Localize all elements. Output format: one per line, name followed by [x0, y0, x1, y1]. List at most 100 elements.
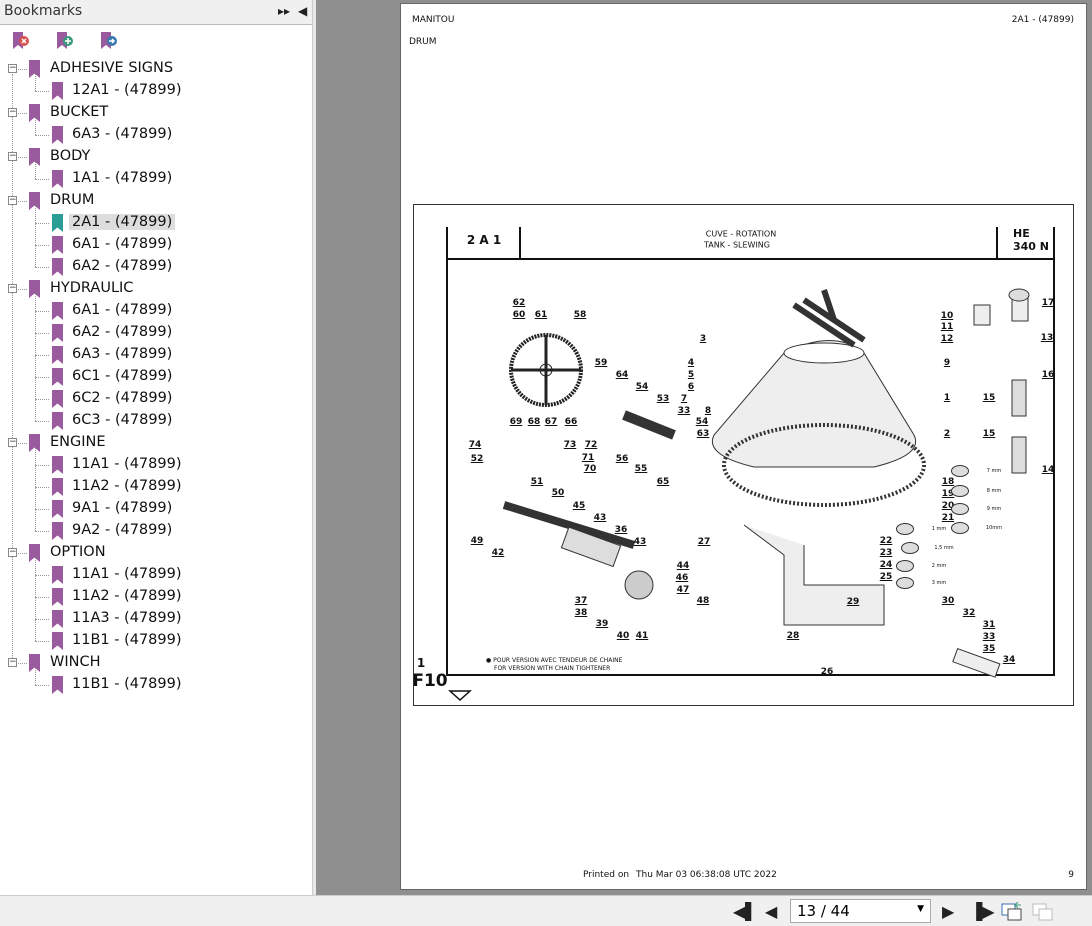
part-callout: 70 [583, 464, 597, 474]
bookmark-item[interactable]: 11A3 - (47899) [0, 608, 313, 630]
page-number-field[interactable]: 13 / 44 ▼ [790, 899, 931, 923]
part-callout: 22 [879, 536, 893, 546]
bookmark-item[interactable]: 9A2 - (47899) [0, 520, 313, 542]
part-callout: 69 [509, 417, 523, 427]
collapse-toggle-icon[interactable]: − [8, 108, 17, 117]
washer-icon [951, 522, 969, 534]
collapse-toggle-icon[interactable]: − [8, 438, 17, 447]
bookmark-group[interactable]: − ENGINE [0, 432, 313, 454]
previous-page-button[interactable]: ◀ [765, 902, 777, 921]
delete-bookmark-icon[interactable] [12, 31, 30, 51]
part-callout: 52 [470, 454, 484, 464]
part-callout: 60 [512, 310, 526, 320]
first-page-button[interactable]: ◀▌ [733, 902, 758, 921]
bookmark-item-label: 2A1 - (47899) [69, 214, 176, 230]
part-callout: 6 [687, 382, 695, 392]
bookmark-group[interactable]: − BODY [0, 146, 313, 168]
dimension-label: 9 mm [986, 506, 1002, 512]
bookmark-item[interactable]: 11A1 - (47899) [0, 454, 313, 476]
part-callout: 46 [675, 573, 689, 583]
bookmark-item-label: 9A1 - (47899) [72, 500, 173, 516]
bookmark-icon [52, 522, 63, 540]
washer-icon [901, 542, 919, 554]
dimension-label: 7 mm [986, 468, 1002, 474]
part-callout: 59 [594, 358, 608, 368]
part-callout: 37 [574, 596, 588, 606]
part-callout: 66 [564, 417, 578, 427]
bookmark-group[interactable]: − ADHESIVE SIGNS [0, 58, 313, 80]
bookmark-item[interactable]: 6A3 - (47899) [0, 344, 313, 366]
bookmark-icon [52, 170, 63, 188]
bookmark-item[interactable]: 6A1 - (47899) [0, 234, 313, 256]
bookmark-item[interactable]: 6A3 - (47899) [0, 124, 313, 146]
dimension-label: 10mm [985, 525, 1003, 531]
bookmark-group-label: ENGINE [50, 434, 106, 450]
part-callout: 33 [677, 406, 691, 416]
bookmark-group[interactable]: − BUCKET [0, 102, 313, 124]
sheet: 1 [416, 656, 426, 670]
bookmark-item[interactable]: 12A1 - (47899) [0, 80, 313, 102]
previous-view-icon[interactable] [1001, 901, 1023, 925]
last-page-button[interactable]: ▐▶ [970, 902, 995, 921]
bookmark-group-label: DRUM [50, 192, 95, 208]
bookmark-item-label: 11B1 - (47899) [72, 676, 182, 692]
bookmark-item[interactable]: 11A1 - (47899) [0, 564, 313, 586]
bookmark-item-label: 11A3 - (47899) [72, 610, 182, 626]
bookmark-group[interactable]: − DRUM [0, 190, 313, 212]
part-callout: 35 [982, 644, 996, 654]
part-callout: 2 [943, 429, 951, 439]
part-callout: 23 [879, 548, 893, 558]
washer-icon [896, 560, 914, 572]
dimension-label: 8 mm [986, 488, 1002, 494]
bookmark-item[interactable]: 11B1 - (47899) [0, 630, 313, 652]
bookmark-item[interactable]: 9A1 - (47899) [0, 498, 313, 520]
bookmark-item[interactable]: 6C1 - (47899) [0, 366, 313, 388]
bookmark-item[interactable]: 6A1 - (47899) [0, 300, 313, 322]
chevron-down-icon[interactable]: ▼ [917, 904, 924, 914]
bookmark-group[interactable]: − WINCH [0, 652, 313, 674]
collapse-toggle-icon[interactable]: − [8, 658, 17, 667]
part-callout: 15 [982, 429, 996, 439]
bookmark-group[interactable]: − OPTION [0, 542, 313, 564]
collapse-toggle-icon[interactable]: − [8, 196, 17, 205]
printed-label: Printed on [583, 870, 630, 880]
bookmark-item[interactable]: 6C3 - (47899) [0, 410, 313, 432]
bookmark-item[interactable]: 6A2 - (47899) [0, 256, 313, 278]
part-callout: 27 [697, 537, 711, 547]
collapse-panel-icon[interactable]: ◀ [298, 4, 307, 18]
bookmark-item[interactable]: 6A2 - (47899) [0, 322, 313, 344]
part-callout: 41 [635, 631, 649, 641]
part-callout: 12 [940, 334, 954, 344]
bookmarks-panel: Bookmarks ▸▸ ◀ − ADHESIVE SIGNS 12A1 - (… [0, 0, 313, 895]
expand-icon[interactable]: ▸▸ [278, 4, 290, 18]
bookmark-item[interactable]: 2A1 - (47899) [0, 212, 313, 234]
add-bookmark-icon[interactable] [56, 31, 74, 51]
collapse-toggle-icon[interactable]: − [8, 152, 17, 161]
bookmark-group[interactable]: − HYDRAULIC [0, 278, 313, 300]
part-callout: 28 [786, 631, 800, 641]
next-view-icon[interactable] [1032, 901, 1054, 925]
next-page-button[interactable]: ▶ [942, 902, 954, 921]
parts-diagram: 2 A 1 CUVE - ROTATION TANK - SLEWING HE … [412, 204, 1074, 706]
bookmark-group-label: OPTION [50, 544, 106, 560]
collapse-toggle-icon[interactable]: − [8, 64, 17, 73]
part-callout: 25 [879, 572, 893, 582]
bookmark-item-label: 6A1 - (47899) [72, 236, 173, 252]
collapse-toggle-icon[interactable]: − [8, 284, 17, 293]
printed-date: Thu Mar 03 06:38:08 UTC 2022 [636, 870, 777, 880]
bookmark-group-label: ADHESIVE SIGNS [50, 60, 174, 76]
collapse-toggle-icon[interactable]: − [8, 548, 17, 557]
bookmark-item[interactable]: 6C2 - (47899) [0, 388, 313, 410]
bookmark-item[interactable]: 1A1 - (47899) [0, 168, 313, 190]
go-to-bookmark-icon[interactable] [100, 31, 118, 51]
diagram-drawing [446, 227, 1055, 702]
bookmark-item[interactable]: 11A2 - (47899) [0, 476, 313, 498]
dimension-label: 2 mm [931, 563, 947, 569]
bookmark-item-label: 6A3 - (47899) [72, 126, 173, 142]
part-callout: 50 [551, 488, 565, 498]
bookmark-item[interactable]: 11A2 - (47899) [0, 586, 313, 608]
part-callout: 64 [615, 370, 629, 380]
bookmark-item[interactable]: 11B1 - (47899) [0, 674, 313, 696]
part-callout: 67 [544, 417, 558, 427]
part-callout: 36 [614, 525, 628, 535]
